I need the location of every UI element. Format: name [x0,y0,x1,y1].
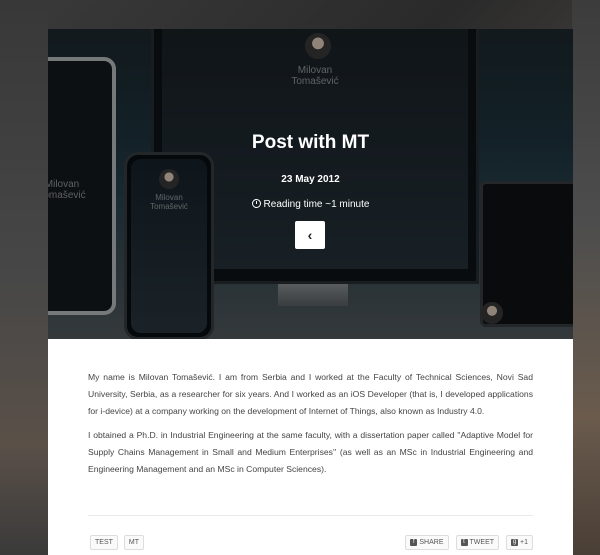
facebook-share-button[interactable]: f SHARE [405,535,449,550]
background-left [0,0,48,555]
tag-mt[interactable]: MT [123,535,144,550]
twitter-share-button[interactable]: t TWEET [455,535,500,550]
google-plus-label: +1 [520,539,528,546]
background-right [572,0,600,555]
tag-list: TEST MT [90,535,144,550]
paragraph-2: I obtained a Ph.D. in Industrial Enginee… [88,430,533,474]
paragraph-1: My name is Milovan Tomašević. I am from … [88,372,533,416]
google-plus-icon: g [511,539,519,546]
chevron-left-icon: ‹ [307,227,313,243]
post-body: My name is Milovan Tomašević. I am from … [88,369,533,485]
reading-time-label: Reading time ~1 minute [263,199,370,210]
twitter-icon: t [460,539,468,546]
reading-time: Reading time ~1 minute [48,199,573,210]
google-plus-share-button[interactable]: g +1 [506,535,533,550]
facebook-share-label: SHARE [419,539,444,546]
clock-icon [251,199,261,208]
hero-image: Milovan Tomašević Milovan Tomašević Milo… [48,29,573,339]
tag-test[interactable]: TEST [90,535,118,550]
facebook-icon: f [410,539,418,546]
share-buttons: f SHARE t TWEET g +1 [405,535,533,550]
hero-content: Post with MT 23 May 2012 Reading time ~1… [48,29,573,339]
post-title: Post with MT [251,132,370,153]
post-card: Milovan Tomašević Milovan Tomašević Milo… [48,29,573,555]
post-date: 23 May 2012 [281,174,340,185]
twitter-share-label: TWEET [469,539,495,546]
divider [88,515,533,516]
back-button[interactable]: ‹ [295,221,325,249]
